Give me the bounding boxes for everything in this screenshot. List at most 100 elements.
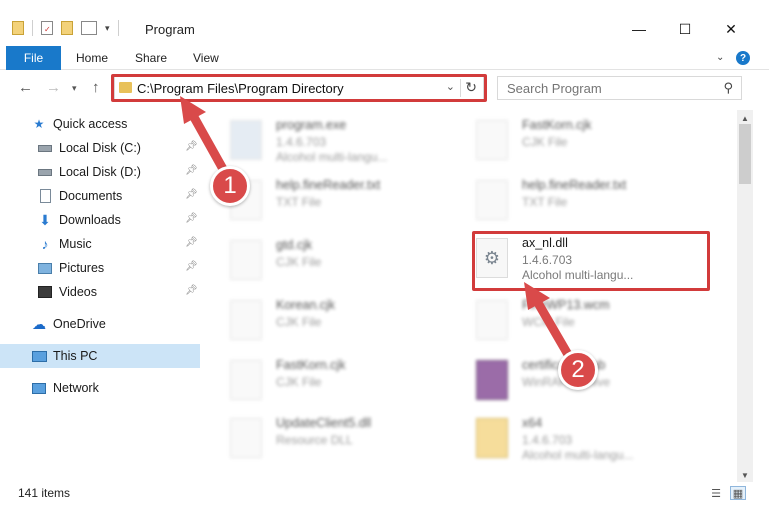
annotation-badge-1: 1 [210, 166, 250, 206]
chevron-down-icon[interactable]: ⌄ [716, 52, 724, 63]
document-file-icon [230, 240, 262, 280]
sidebar-item-local-disk-d[interactable]: Local Disk (D:) 📌︎ [0, 160, 200, 184]
close-button[interactable]: ✕ [708, 14, 754, 44]
network-icon [31, 380, 47, 396]
pin-icon[interactable]: 📌︎ [185, 213, 198, 224]
folder-icon [12, 21, 24, 35]
up-arrow-icon[interactable]: ↑ [92, 79, 100, 96]
file-name: help.fineReader.txt [522, 178, 627, 192]
file-name: FineWP13.wcm [522, 298, 610, 312]
document-file-icon [476, 120, 508, 160]
file-description: Alcohol multi-langu... [276, 150, 388, 164]
tab-view[interactable]: View [193, 51, 219, 65]
sidebar-item-downloads[interactable]: ⬇ Downloads 📌︎ [0, 208, 200, 232]
sidebar-item-quick-access[interactable]: ★ Quick access [0, 112, 200, 136]
file-name: FastKorn.cjk [276, 358, 346, 372]
star-icon: ★ [33, 117, 45, 131]
file-item[interactable]: help.fineReader.txt TXT File [476, 176, 706, 230]
customize-icon[interactable] [81, 21, 97, 35]
dropdown-arrow-icon[interactable]: ▾ [105, 23, 110, 34]
scroll-up-icon[interactable]: ▲ [741, 114, 749, 123]
scroll-down-icon[interactable]: ▼ [741, 471, 749, 480]
file-list: program.exe 1.4.6.703 Alcohol multi-lang… [206, 110, 736, 476]
sidebar-item-music[interactable]: ♪ Music 📌︎ [0, 232, 200, 256]
pin-icon[interactable]: 📌︎ [185, 285, 198, 296]
pin-icon[interactable]: 📌︎ [185, 237, 198, 248]
file-name: help.fineReader.txt [276, 178, 381, 192]
sidebar-item-label: Quick access [53, 117, 128, 131]
search-input[interactable] [498, 77, 708, 99]
sidebar-item-label: Videos [59, 285, 97, 299]
ribbon-tabs: File Home Share View ⌄ ? [0, 44, 769, 70]
document-file-icon [476, 300, 508, 340]
sidebar-item-documents[interactable]: Documents 📌︎ [0, 184, 200, 208]
documents-icon [37, 188, 53, 204]
help-icon[interactable]: ? [736, 51, 750, 65]
search-icon[interactable]: ⚲ [723, 80, 733, 96]
recent-dropdown-icon[interactable]: ▾ [72, 83, 77, 94]
file-item[interactable]: program.exe 1.4.6.703 Alcohol multi-lang… [230, 116, 460, 170]
item-count: 141 items [18, 486, 71, 500]
sidebar-item-label: OneDrive [53, 317, 106, 331]
minimize-button[interactable]: — [616, 14, 662, 44]
file-item[interactable]: UpdateClient5.dll Resource DLL [230, 414, 460, 468]
vertical-scrollbar[interactable]: ▲ ▼ [737, 110, 753, 482]
search-box[interactable]: ⚲ [497, 76, 742, 100]
file-item[interactable]: x64 1.4.6.703 Alcohol multi-langu... [476, 414, 706, 468]
document-file-icon [230, 360, 262, 400]
tab-file[interactable]: File [6, 46, 61, 70]
pin-icon[interactable]: 📌︎ [185, 261, 198, 272]
status-bar: 141 items ☰ ▦ [0, 482, 769, 512]
properties-icon[interactable]: ✓ [41, 21, 53, 35]
sidebar-item-local-disk-c[interactable]: Local Disk (C:) 📌︎ [0, 136, 200, 160]
file-item[interactable]: help.fineReader.txt TXT File [230, 176, 460, 230]
maximize-button[interactable]: ☐ [662, 14, 708, 44]
title-bar: ✓ ▾ Program — ☐ ✕ [0, 0, 769, 44]
download-icon: ⬇ [39, 211, 51, 228]
sidebar-item-label: This PC [53, 349, 98, 363]
file-name: Korean.cjk [276, 298, 336, 312]
computer-icon [31, 348, 47, 364]
sidebar-item-label: Music [59, 237, 92, 251]
sidebar-item-pictures[interactable]: Pictures 📌︎ [0, 256, 200, 280]
file-version: 1.4.6.703 [522, 433, 573, 447]
file-name: program.exe [276, 118, 347, 132]
file-item[interactable]: FineWP13.wcm WCM File [476, 296, 706, 350]
back-arrow-icon[interactable]: ← [18, 79, 33, 96]
file-item[interactable]: Korean.cjk CJK File [230, 296, 460, 350]
forward-arrow-icon[interactable]: → [46, 79, 61, 96]
sidebar-item-label: Pictures [59, 261, 105, 275]
sidebar-item-label: Network [53, 381, 99, 395]
file-item[interactable]: gtd.cjk CJK File [230, 236, 460, 290]
details-view-icon[interactable]: ☰ [708, 486, 724, 500]
file-type: TXT File [522, 195, 568, 209]
quick-access-toolbar: ✓ ▾ [12, 20, 119, 36]
file-type: CJK File [276, 375, 322, 389]
file-item[interactable]: FastKorn.cjk CJK File [230, 356, 460, 410]
pin-icon[interactable]: 📌︎ [185, 165, 198, 176]
file-description: Alcohol multi-langu... [522, 448, 634, 462]
drive-icon [37, 164, 53, 180]
pin-icon[interactable]: 📌︎ [185, 189, 198, 200]
scrollbar-thumb[interactable] [739, 124, 751, 184]
sidebar-item-label: Downloads [59, 213, 121, 227]
file-type: TXT File [276, 195, 322, 209]
sidebar-item-onedrive[interactable]: ☁ OneDrive [0, 312, 200, 336]
tab-share[interactable]: Share [135, 51, 167, 65]
annotation-badge-2: 2 [558, 350, 598, 390]
file-type: CJK File [276, 255, 322, 269]
new-folder-icon[interactable] [61, 21, 73, 35]
file-type: CJK File [522, 135, 568, 149]
file-item[interactable]: FastKorn.cjk CJK File [476, 116, 706, 170]
pin-icon[interactable]: 📌︎ [185, 141, 198, 152]
tab-home[interactable]: Home [76, 51, 108, 65]
text-file-icon [476, 180, 508, 220]
tiles-view-icon[interactable]: ▦ [730, 486, 746, 500]
sidebar-item-this-pc[interactable]: This PC [0, 344, 200, 368]
file-type: CJK File [276, 315, 322, 329]
file-type: WCM File [522, 315, 575, 329]
toolbar-separator [117, 20, 119, 36]
file-highlight-box [472, 231, 710, 291]
sidebar-item-videos[interactable]: Videos 📌︎ [0, 280, 200, 304]
sidebar-item-network[interactable]: Network [0, 376, 200, 400]
